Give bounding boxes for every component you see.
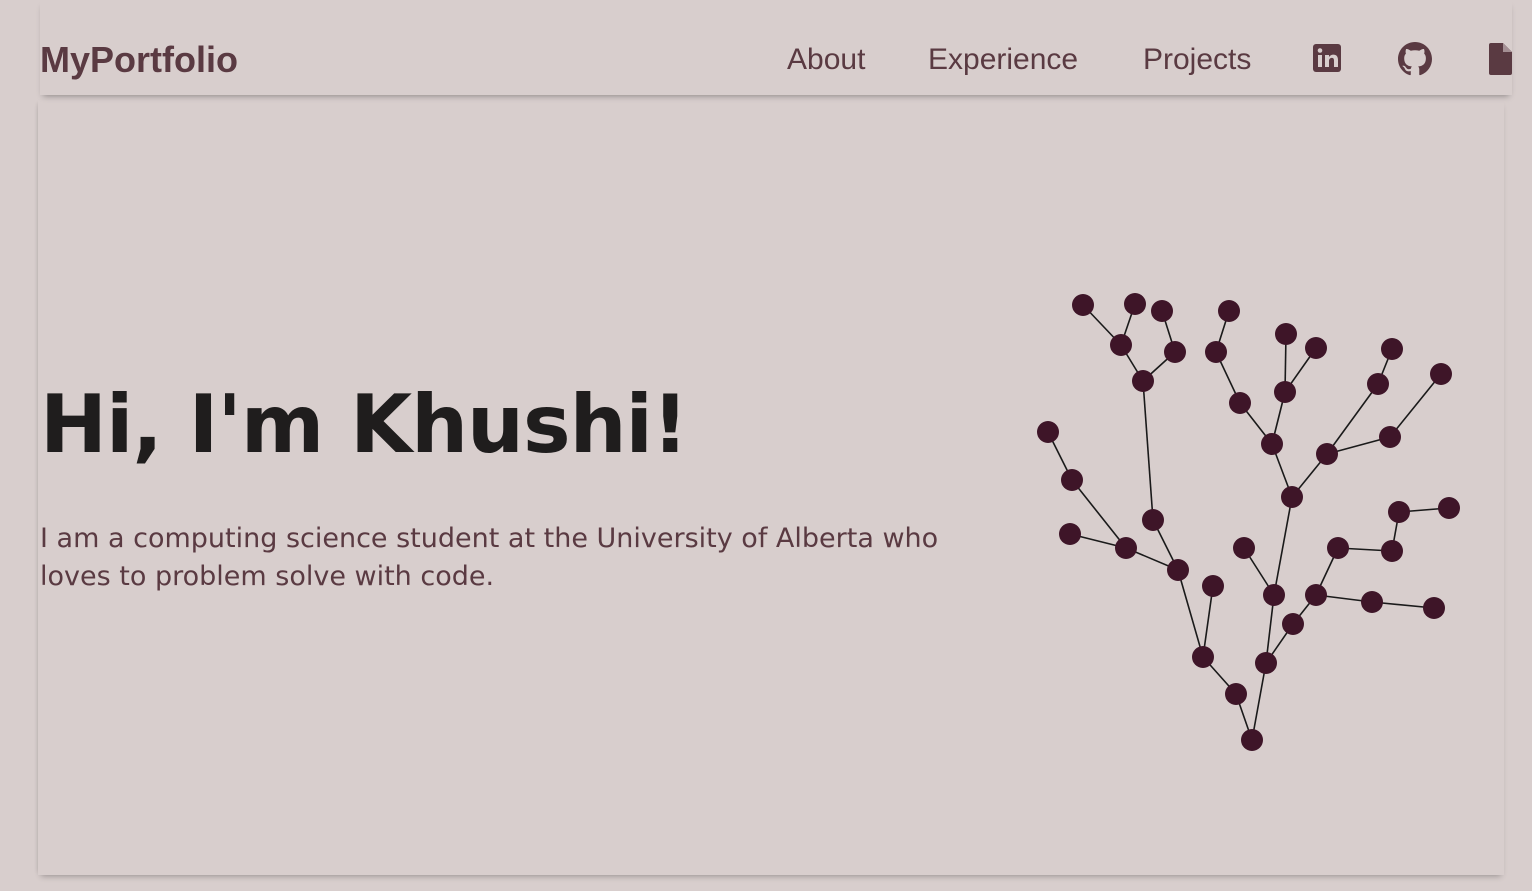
tree-node xyxy=(1379,426,1401,448)
resume-file-icon[interactable] xyxy=(1488,42,1520,76)
tree-node xyxy=(1430,363,1452,385)
tree-node xyxy=(1218,300,1240,322)
tree-node xyxy=(1072,294,1094,316)
tree-node xyxy=(1316,443,1338,465)
tree-node xyxy=(1037,421,1059,443)
tree-node xyxy=(1233,537,1255,559)
tree-node xyxy=(1255,652,1277,674)
tree-node xyxy=(1305,584,1327,606)
tree-node xyxy=(1263,584,1285,606)
tree-edge xyxy=(1142,380,1154,521)
tree-node xyxy=(1151,300,1173,322)
tree-node xyxy=(1059,523,1081,545)
tree-node xyxy=(1274,381,1296,403)
tree-edge xyxy=(1389,373,1442,438)
tree-node xyxy=(1205,341,1227,363)
tree-node xyxy=(1438,497,1460,519)
tree-node xyxy=(1132,370,1154,392)
tree-node xyxy=(1061,469,1083,491)
tree-node xyxy=(1142,509,1164,531)
tree-node xyxy=(1367,373,1389,395)
tree-node xyxy=(1202,575,1224,597)
tree-node xyxy=(1241,729,1263,751)
nav-link-about[interactable]: About xyxy=(787,42,865,78)
site-logo[interactable]: MyPortfolio xyxy=(40,38,238,82)
tree-node xyxy=(1229,392,1251,414)
hero-subtitle: I am a computing science student at the … xyxy=(40,523,939,592)
hero-title: Hi, I'm Khushi! xyxy=(40,378,688,471)
tree-node xyxy=(1388,501,1410,523)
tree-node xyxy=(1305,337,1327,359)
tree-node xyxy=(1361,591,1383,613)
tree-node xyxy=(1275,323,1297,345)
tree-node xyxy=(1225,683,1247,705)
tree-node xyxy=(1110,334,1132,356)
tree-edge xyxy=(1326,383,1379,455)
tree-node xyxy=(1192,646,1214,668)
navbar: MyPortfolio About Experience Projects xyxy=(40,0,1512,95)
tree-edge xyxy=(1251,662,1267,741)
tree-node xyxy=(1282,613,1304,635)
tree-node xyxy=(1124,293,1146,315)
tree-node xyxy=(1115,537,1137,559)
tree-edge xyxy=(1273,496,1293,596)
tree-graph-illustration xyxy=(1037,293,1460,751)
github-icon[interactable] xyxy=(1398,42,1432,76)
tree-node xyxy=(1261,433,1283,455)
tree-node xyxy=(1167,559,1189,581)
tree-node xyxy=(1164,341,1186,363)
nav-link-projects[interactable]: Projects xyxy=(1143,42,1251,78)
tree-node xyxy=(1381,540,1403,562)
tree-node xyxy=(1327,537,1349,559)
nav-link-experience[interactable]: Experience xyxy=(928,42,1078,78)
tree-edge xyxy=(1177,569,1204,658)
tree-node xyxy=(1281,486,1303,508)
tree-node xyxy=(1381,338,1403,360)
tree-node xyxy=(1423,597,1445,619)
linkedin-icon[interactable] xyxy=(1312,42,1344,76)
